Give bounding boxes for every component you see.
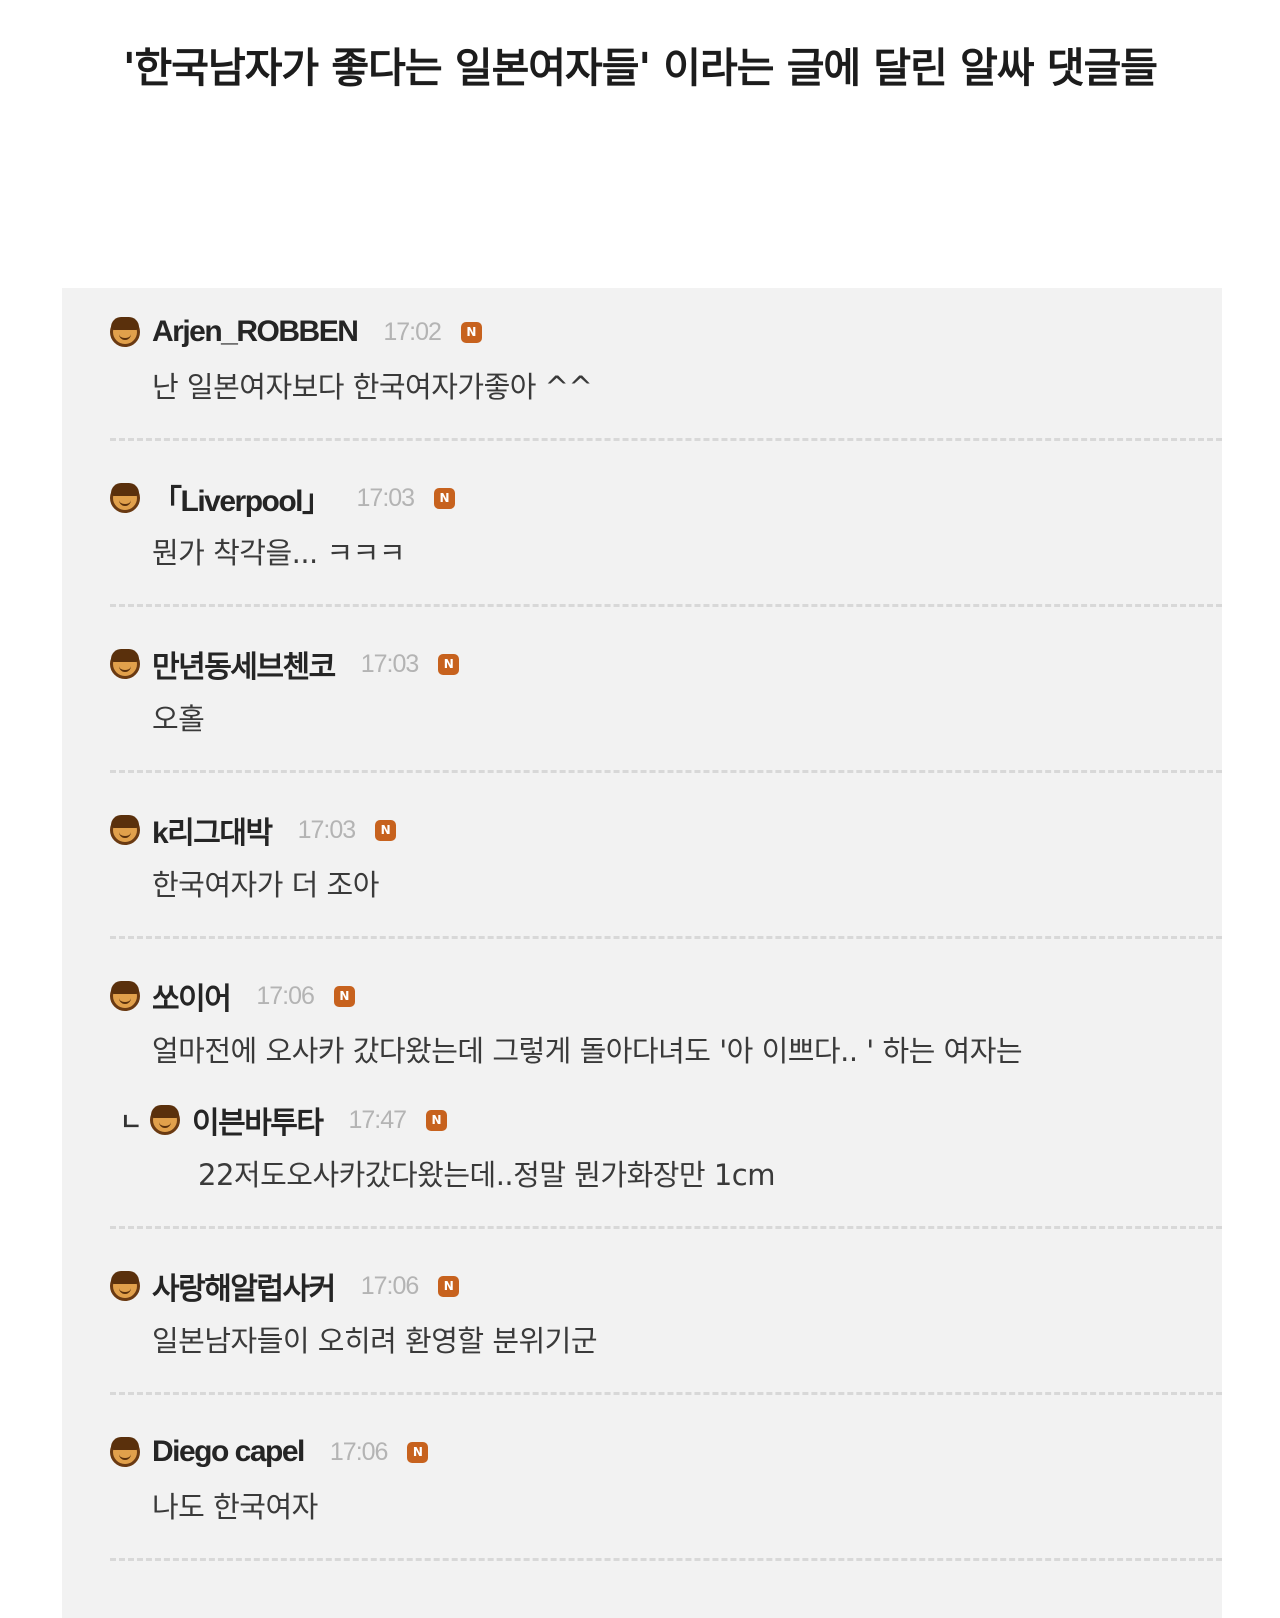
comment-meta: 사랑해알럽사커 17:06 N bbox=[110, 1264, 460, 1308]
comment-text: 나도 한국여자 bbox=[152, 1490, 318, 1524]
divider bbox=[110, 604, 1222, 607]
comment-time: 17:03 bbox=[297, 815, 357, 844]
avatar-icon[interactable] bbox=[110, 317, 140, 347]
comment-time: 17:03 bbox=[360, 649, 420, 678]
divider bbox=[110, 438, 1222, 441]
comment-text: 뭔가 착각을... ㅋㅋㅋ bbox=[152, 536, 406, 570]
reply-time: 17:47 bbox=[348, 1105, 408, 1134]
comment-meta: Arjen_ROBBEN 17:02 N bbox=[110, 310, 482, 354]
comment-nickname[interactable]: 「Liverpool」 bbox=[152, 476, 332, 520]
avatar-icon[interactable] bbox=[110, 483, 140, 513]
new-badge-icon: N bbox=[426, 1109, 448, 1131]
divider bbox=[110, 1226, 1222, 1229]
avatar-icon[interactable] bbox=[150, 1105, 180, 1135]
avatar-icon[interactable] bbox=[110, 649, 140, 679]
comment-meta: 「Liverpool」 17:03 N bbox=[110, 476, 456, 520]
new-badge-icon: N bbox=[460, 321, 482, 343]
divider bbox=[110, 770, 1222, 773]
reply-meta: 이븐바투타 17:47 N bbox=[150, 1098, 448, 1142]
divider bbox=[110, 1392, 1222, 1395]
comment-nickname[interactable]: 만년동세브첸코 bbox=[152, 642, 336, 686]
comment-text: 난 일본여자보다 한국여자가좋아 ^^ bbox=[152, 370, 593, 404]
new-badge-icon: N bbox=[434, 487, 456, 509]
comment-text: 한국여자가 더 조아 bbox=[152, 868, 379, 902]
page-title: '한국남자가 좋다는 일본여자들' 이라는 글에 달린 알싸 댓글들 bbox=[122, 44, 1158, 92]
divider bbox=[110, 1558, 1222, 1561]
comment-text: 일본남자들이 오히려 환영할 분위기군 bbox=[152, 1324, 598, 1358]
new-badge-icon: N bbox=[375, 819, 397, 841]
comment-meta: 만년동세브첸코 17:03 N bbox=[110, 642, 460, 686]
reply-arrow-icon: ㄴ bbox=[120, 1108, 143, 1136]
comment-time: 17:02 bbox=[383, 317, 442, 346]
comment-meta: 쏘이어 17:06 N bbox=[110, 974, 355, 1018]
divider bbox=[110, 936, 1222, 939]
avatar-icon[interactable] bbox=[110, 815, 140, 845]
comment-time: 17:03 bbox=[356, 483, 416, 512]
comment-time: 17:06 bbox=[256, 981, 315, 1010]
new-badge-icon: N bbox=[333, 985, 355, 1007]
comment-meta: k리그대박 17:03 N bbox=[110, 808, 397, 852]
new-badge-icon: N bbox=[438, 1275, 460, 1297]
comment-time: 17:06 bbox=[360, 1271, 420, 1300]
avatar-icon[interactable] bbox=[110, 1437, 140, 1467]
comment-nickname[interactable]: Arjen_ROBBEN bbox=[152, 315, 359, 349]
comment-text: 오홀 bbox=[152, 702, 205, 736]
comment-text: 얼마전에 오사카 갔다왔는데 그렇게 돌아다녀도 '아 이쁘다.. ' 하는 여… bbox=[152, 1034, 1023, 1068]
new-badge-icon: N bbox=[407, 1441, 429, 1463]
reply-nickname[interactable]: 이븐바투타 bbox=[192, 1098, 324, 1142]
comment-time: 17:06 bbox=[329, 1437, 389, 1466]
comment-list: Arjen_ROBBEN 17:02 N 난 일본여자보다 한국여자가좋아 ^^… bbox=[62, 288, 1222, 1618]
comment-nickname[interactable]: Diego capel bbox=[152, 1435, 305, 1469]
new-badge-icon: N bbox=[438, 653, 460, 675]
reply-text: 22저도오사카갔다왔는데..정말 뭔가화장만 1cm bbox=[198, 1158, 775, 1192]
comment-nickname[interactable]: k리그대박 bbox=[152, 808, 273, 852]
comment-meta: Diego capel 17:06 N bbox=[110, 1430, 429, 1474]
avatar-icon[interactable] bbox=[110, 981, 140, 1011]
comment-nickname[interactable]: 쏘이어 bbox=[152, 974, 232, 1018]
avatar-icon[interactable] bbox=[110, 1271, 140, 1301]
comment-nickname[interactable]: 사랑해알럽사커 bbox=[152, 1264, 336, 1308]
